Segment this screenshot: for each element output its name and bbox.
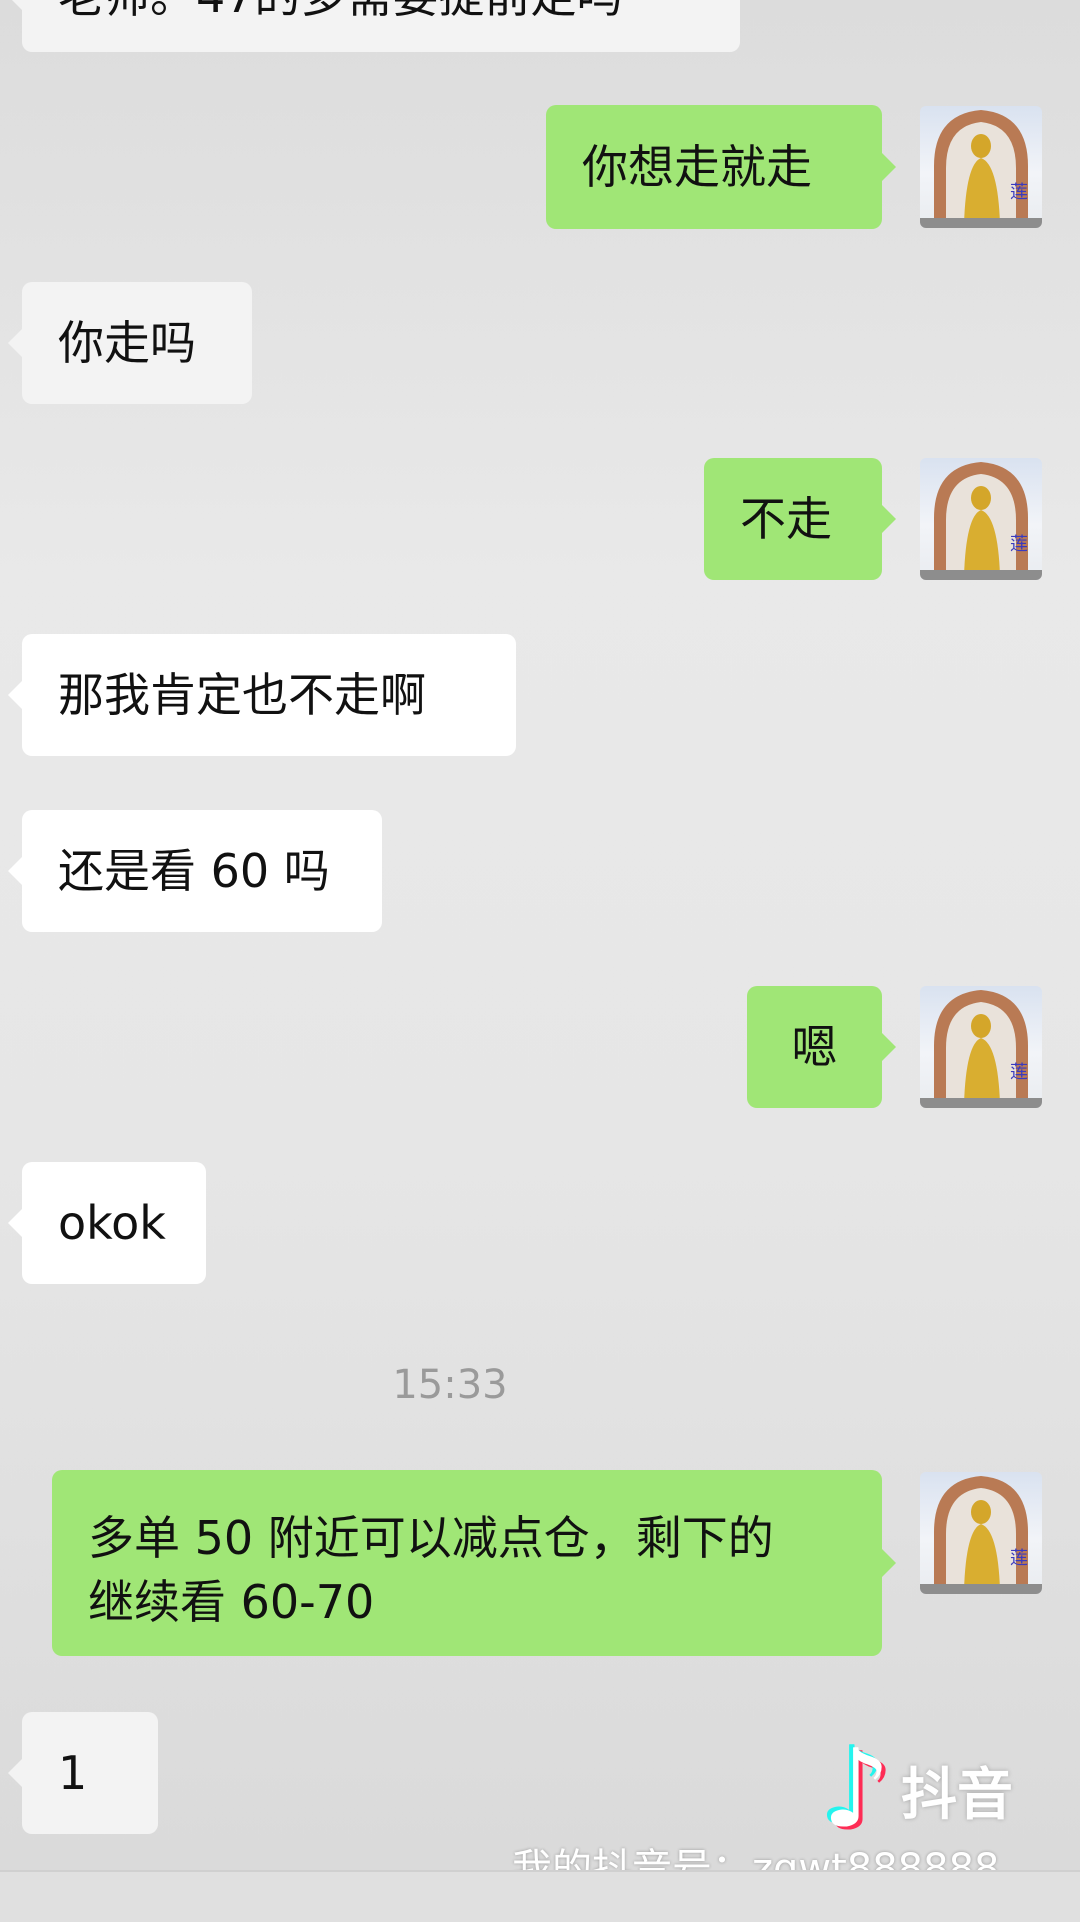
timestamp: 15:33 [392, 1362, 508, 1408]
svg-text:莲: 莲 [1010, 534, 1028, 555]
avatar[interactable]: 莲 [920, 106, 1042, 228]
message-text: 老师。47的多需要提前走吗 [58, 0, 623, 26]
message-outgoing[interactable]: 你想走就走 [546, 105, 896, 229]
message-outgoing[interactable]: 嗯 [747, 986, 896, 1108]
tiktok-note-icon: ♪ [822, 1727, 891, 1852]
message-incoming[interactable]: okok [8, 1162, 206, 1284]
svg-text:莲: 莲 [1010, 1062, 1028, 1083]
avatar[interactable]: 莲 [920, 986, 1042, 1108]
message-text: okok [58, 1196, 166, 1250]
message-text: 嗯 [791, 1020, 838, 1074]
message-outgoing[interactable]: 不走 [704, 458, 896, 580]
tiktok-watermark: ♪ 抖音 [822, 1727, 1052, 1852]
bottom-bar [0, 1870, 1080, 1922]
message-text: 不走 [740, 492, 832, 546]
message-text: 那我肯定也不走啊 [58, 668, 426, 722]
message-text: 你走吗 [58, 316, 196, 370]
golden-buddha-statue-avatar-icon: 莲 [920, 1476, 1042, 1594]
svg-text:莲: 莲 [1010, 182, 1028, 203]
svg-text:莲: 莲 [1010, 1548, 1028, 1569]
message-incoming[interactable]: 1 [8, 1712, 158, 1834]
message-incoming-partial[interactable]: 老师。47的多需要提前走吗 [8, 0, 740, 52]
message-text-line-1: 多单 50 附近可以减点仓，剩下的 [88, 1511, 774, 1565]
avatar[interactable]: 莲 [920, 1472, 1042, 1594]
golden-buddha-statue-avatar-icon: 莲 [920, 110, 1042, 228]
message-incoming[interactable]: 你走吗 [8, 282, 252, 404]
message-incoming[interactable]: 还是看 60 吗 [8, 810, 382, 932]
golden-buddha-statue-avatar-icon: 莲 [920, 990, 1042, 1108]
message-text: 1 [58, 1746, 88, 1800]
message-text-line-2: 继续看 60-70 [88, 1575, 375, 1629]
golden-buddha-statue-avatar-icon: 莲 [920, 462, 1042, 580]
watermark-brand: 抖音 [900, 1762, 1013, 1828]
message-incoming[interactable]: 那我肯定也不走啊 [8, 634, 516, 756]
message-text: 你想走就走 [582, 140, 812, 194]
avatar[interactable]: 莲 [920, 458, 1042, 580]
message-outgoing[interactable]: 多单 50 附近可以减点仓，剩下的 继续看 60-70 [52, 1470, 896, 1656]
message-text: 还是看 60 吗 [58, 844, 330, 898]
